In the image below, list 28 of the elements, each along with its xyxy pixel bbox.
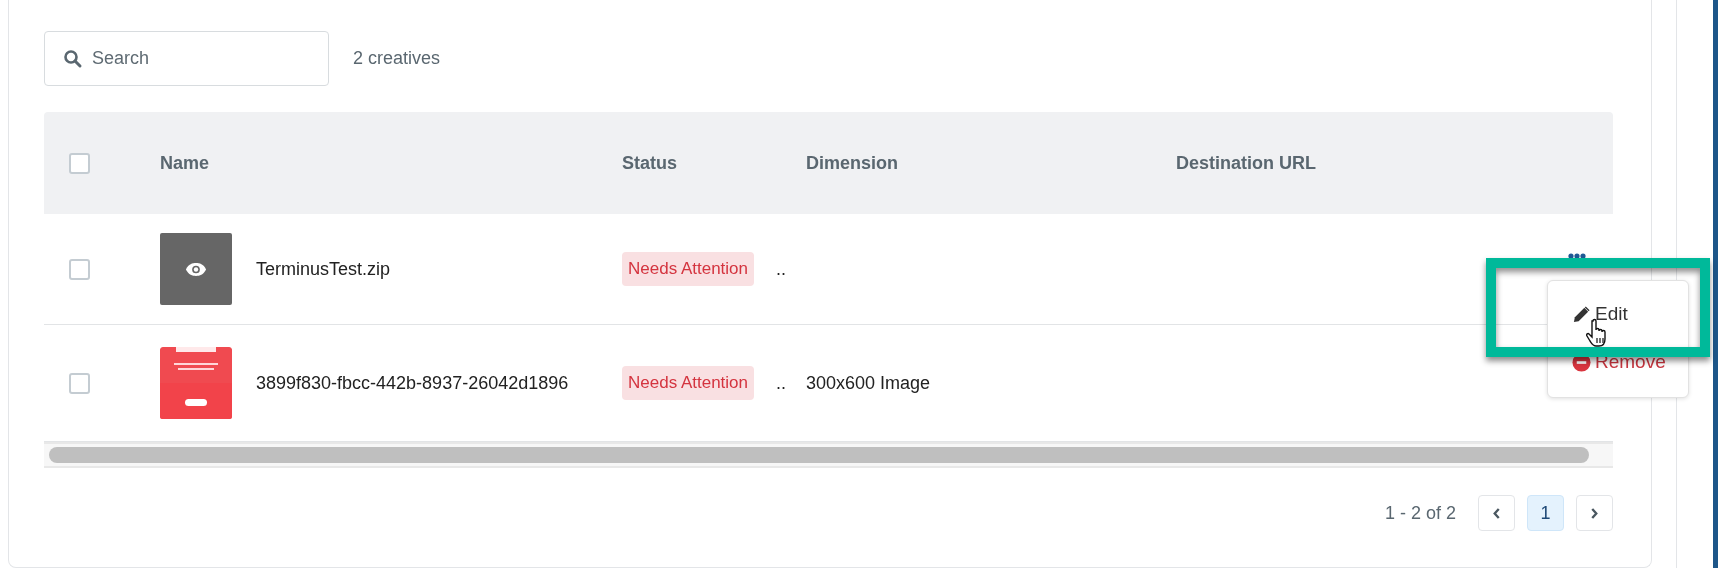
next-page-button[interactable]	[1576, 495, 1613, 531]
result-count: 2 creatives	[353, 48, 441, 69]
chevron-right-icon	[1590, 506, 1599, 520]
select-all-checkbox[interactable]	[69, 152, 90, 174]
eye-icon	[185, 261, 207, 277]
row-checkbox[interactable]	[69, 372, 90, 394]
table-cell-text: ..	[775, 372, 786, 393]
previous-page-button[interactable]	[1478, 495, 1515, 531]
table-cell: 300x600 Image	[806, 372, 931, 393]
page-button[interactable]: 1	[1527, 495, 1564, 531]
status-badge: Needs Attention	[622, 366, 755, 400]
horizontal-scrollbar[interactable]	[49, 447, 1589, 463]
search-field[interactable]: Search	[44, 31, 329, 86]
column-header[interactable]: Status	[622, 152, 677, 173]
chevron-left-icon	[1492, 506, 1501, 520]
status-badge: Needs Attention	[622, 252, 755, 286]
column-header[interactable]: Name	[160, 152, 210, 174]
column-header[interactable]: Dimension	[806, 152, 898, 173]
thumbnail[interactable]	[160, 233, 232, 305]
creative-name[interactable]: TerminusTest.zip	[256, 258, 391, 280]
more-icon[interactable]	[1568, 253, 1586, 259]
menu-item[interactable]: Edit	[1572, 303, 1688, 325]
row-checkbox[interactable]	[69, 258, 90, 280]
table-cell-text: ..	[775, 258, 786, 279]
pencil-icon	[1572, 304, 1591, 324]
creative-name[interactable]: 3899f830-fbcc-442b-8937-26042d1896	[256, 372, 569, 394]
column-header[interactable]: Destination URL	[1176, 152, 1316, 173]
page-range: 1 - 2 of 2	[1384, 502, 1456, 524]
